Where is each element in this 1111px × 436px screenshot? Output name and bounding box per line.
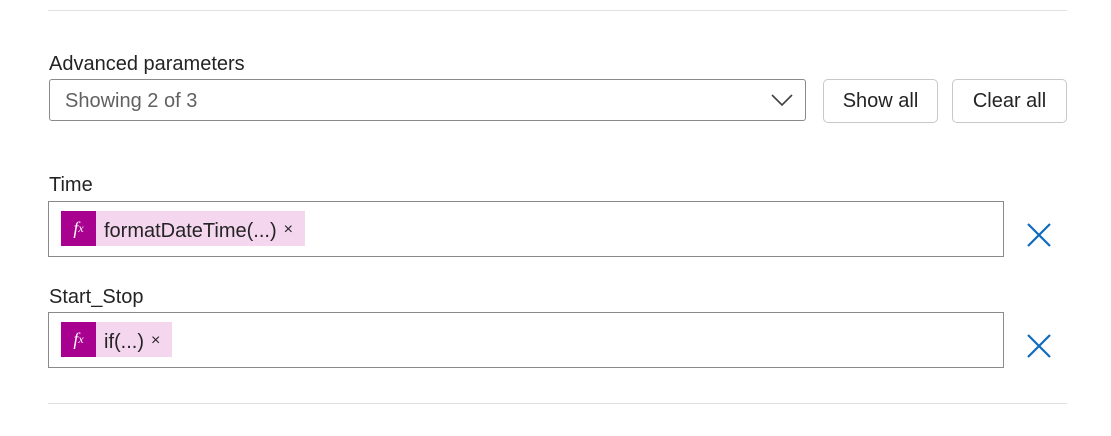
- token-remove-button[interactable]: ×: [144, 332, 172, 350]
- token-remove-button[interactable]: ×: [277, 221, 305, 239]
- param-label-time: Time: [49, 174, 93, 196]
- fx-icon: fx: [61, 211, 96, 246]
- start-stop-input[interactable]: fx if(...) ×: [48, 312, 1004, 368]
- dropdown-value: Showing 2 of 3: [65, 90, 198, 112]
- top-divider: [48, 10, 1067, 11]
- clear-all-button[interactable]: Clear all: [952, 79, 1067, 123]
- fx-icon: fx: [61, 322, 96, 357]
- advanced-parameters-panel: Advanced parameters Showing 2 of 3 Show …: [0, 0, 1111, 436]
- advanced-parameters-dropdown[interactable]: Showing 2 of 3: [49, 79, 806, 121]
- time-input[interactable]: fx formatDateTime(...) ×: [48, 201, 1004, 257]
- advanced-parameters-label: Advanced parameters: [49, 53, 245, 75]
- show-all-button[interactable]: Show all: [823, 79, 938, 123]
- remove-start-stop-icon[interactable]: [1024, 331, 1054, 361]
- remove-time-icon[interactable]: [1024, 220, 1054, 250]
- token-text: if(...): [104, 330, 144, 353]
- expression-token[interactable]: fx if(...) ×: [61, 322, 173, 357]
- expression-token[interactable]: fx formatDateTime(...) ×: [61, 211, 305, 246]
- token-text: formatDateTime(...): [104, 219, 277, 242]
- bottom-divider: [48, 403, 1067, 404]
- chevron-down-icon: [771, 94, 793, 107]
- param-label-start-stop: Start_Stop: [49, 286, 144, 308]
